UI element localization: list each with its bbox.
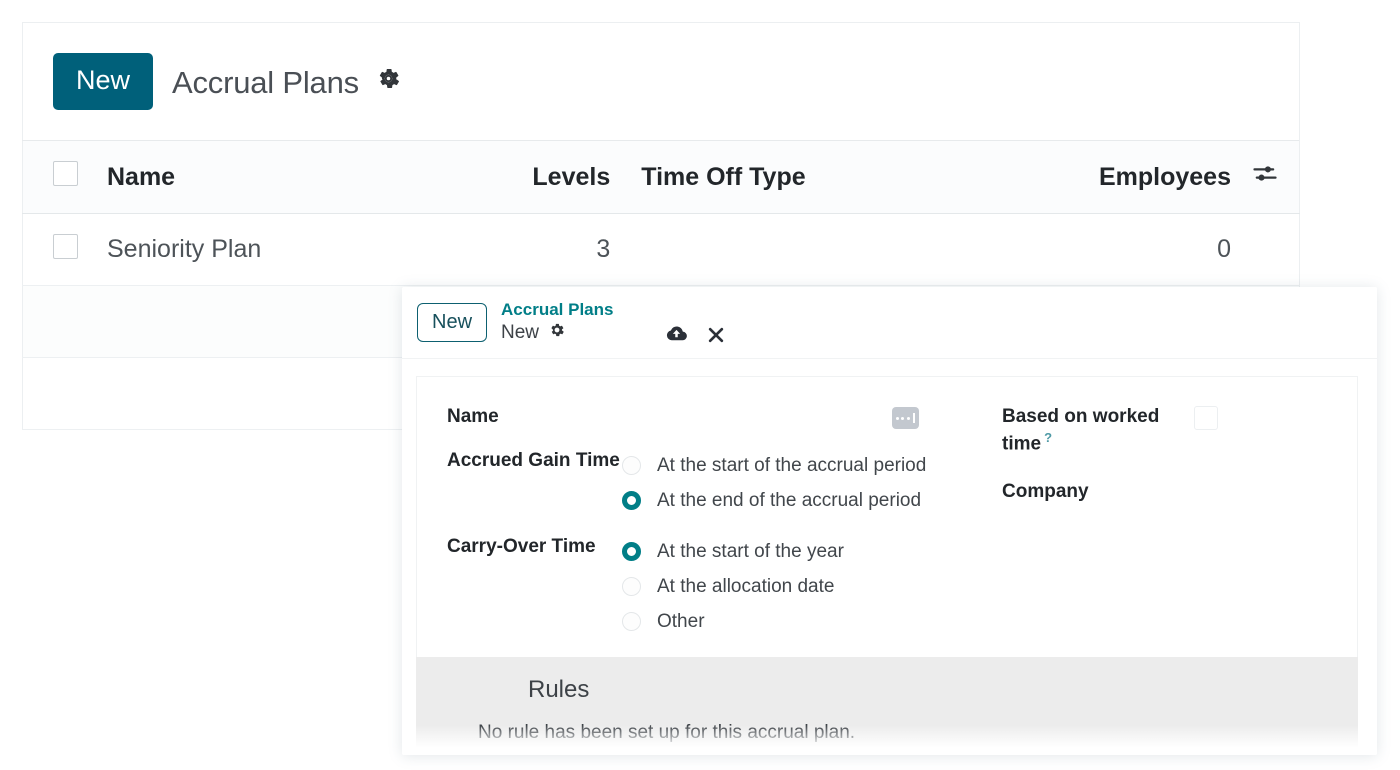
column-header-time-off-type[interactable]: Time Off Type (620, 140, 932, 214)
help-icon[interactable]: ? (1044, 430, 1052, 445)
company-label: Company (1002, 480, 1089, 502)
cloud-upload-icon[interactable] (665, 322, 688, 350)
rules-title: Rules (528, 676, 590, 703)
radio-label: At the allocation date (657, 575, 835, 597)
name-label: Name (447, 406, 499, 427)
gear-icon[interactable] (376, 63, 401, 99)
column-header-name[interactable]: Name (107, 140, 476, 214)
select-all-checkbox[interactable] (52, 161, 78, 186)
radio-label: At the start of the year (657, 540, 844, 562)
sliders-icon[interactable] (1251, 160, 1279, 195)
field-accrued-gain-time: Accrued Gain Time At the start of the ac… (447, 448, 962, 518)
rules-empty-message: No rule has been set up for this accrual… (478, 722, 856, 743)
radio-option-carry-allocation-date[interactable]: At the allocation date (622, 569, 844, 604)
table-header-row: Name Levels Time Off Type Employees (22, 140, 1300, 214)
cell-name: Seniority Plan (107, 213, 476, 286)
row-checkbox[interactable] (52, 233, 78, 259)
cell-employees: 0 (931, 213, 1300, 286)
radio-option-accrued-end[interactable]: At the end of the accrual period (622, 483, 926, 518)
field-based-on-worked-time: Based on worked time? (1002, 404, 1357, 457)
form-grid: Name Accrued Gain Time At the start of t… (417, 377, 1357, 655)
cell-time-off-type (620, 213, 932, 286)
carry-over-time-radio-group: At the start of the year At the allocati… (622, 534, 844, 639)
dialog-action-icons (665, 287, 726, 366)
select-all-header (22, 140, 107, 214)
breadcrumb: Accrual Plans New (501, 299, 613, 345)
cell-levels: 3 (475, 213, 621, 286)
form-column-left: Name Accrued Gain Time At the start of t… (417, 404, 962, 655)
row-select-cell (22, 357, 107, 430)
field-name: Name (447, 404, 962, 432)
breadcrumb-current: New (501, 321, 613, 345)
radio-label: Other (657, 610, 705, 632)
based-on-worked-time-text: Based on worked time (1002, 406, 1160, 455)
page-title-text: Accrual Plans (172, 64, 359, 100)
based-on-worked-time-label: Based on worked time? (1002, 404, 1182, 457)
close-icon[interactable] (706, 325, 726, 350)
new-button[interactable]: New (53, 53, 154, 110)
gear-icon[interactable] (549, 321, 565, 345)
accrued-gain-time-radio-group: At the start of the accrual period At th… (622, 448, 926, 518)
accrual-plan-form-dialog: New Accrual Plans New Name Accrued Gain … (402, 287, 1377, 755)
column-header-employees[interactable]: Employees (931, 140, 1300, 214)
dialog-new-button[interactable]: New (417, 303, 488, 342)
column-header-employees-label: Employees (1098, 162, 1231, 191)
carry-over-time-label: Carry-Over Time (447, 536, 596, 557)
table-row[interactable]: Seniority Plan 3 0 (22, 213, 1300, 286)
row-select-cell (22, 213, 107, 286)
dialog-header: New Accrual Plans New (402, 287, 1377, 359)
radio-icon-selected[interactable] (622, 542, 641, 561)
accrued-gain-time-label: Accrued Gain Time (447, 450, 620, 471)
radio-icon[interactable] (622, 577, 641, 596)
list-view-header: New Accrual Plans (22, 22, 1300, 140)
radio-option-accrued-start[interactable]: At the start of the accrual period (622, 448, 926, 483)
dots-placeholder-icon (892, 407, 919, 429)
breadcrumb-current-label: New (501, 322, 540, 344)
page-title: Accrual Plans (172, 63, 401, 101)
radio-icon[interactable] (622, 456, 641, 475)
row-select-cell (22, 285, 107, 358)
radio-icon[interactable] (622, 612, 641, 631)
breadcrumb-root-link[interactable]: Accrual Plans (501, 299, 613, 321)
form-sheet: Name Accrued Gain Time At the start of t… (416, 376, 1358, 658)
field-company: Company (1002, 479, 1357, 504)
rules-section: Rules No rule has been set up for this a… (416, 657, 1358, 755)
form-column-right: Based on worked time? Company (892, 404, 1357, 655)
column-header-levels[interactable]: Levels (475, 140, 621, 214)
radio-label: At the start of the accrual period (657, 454, 927, 476)
radio-option-carry-other[interactable]: Other (622, 604, 844, 639)
radio-option-carry-start-year[interactable]: At the start of the year (622, 534, 844, 569)
radio-label: At the end of the accrual period (657, 489, 922, 511)
based-on-worked-time-checkbox[interactable] (1194, 406, 1218, 430)
table-header: Name Levels Time Off Type Employees (22, 140, 1300, 214)
radio-icon-selected[interactable] (622, 491, 641, 510)
field-carry-over-time: Carry-Over Time At the start of the year… (447, 534, 962, 639)
